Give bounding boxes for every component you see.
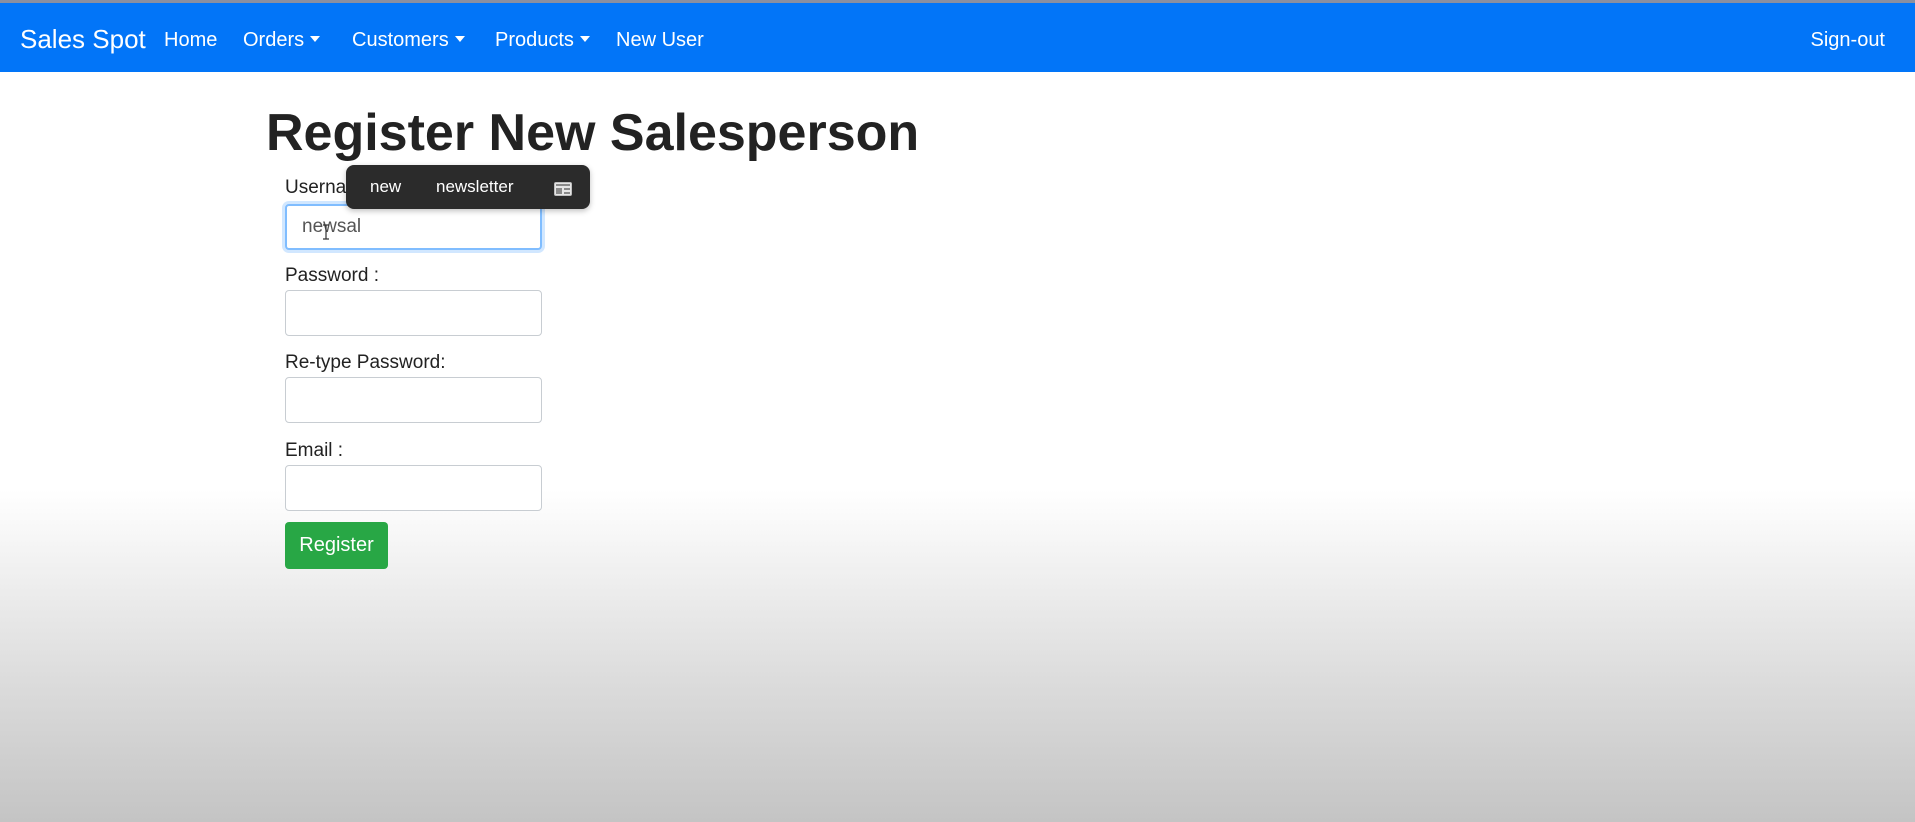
retype-password-label: Re-type Password: [285, 352, 446, 373]
suggestion-item[interactable]: newsletter [436, 177, 513, 197]
email-input[interactable] [285, 465, 542, 511]
nav-products-label: Products [495, 29, 574, 51]
password-label: Password : [285, 265, 379, 286]
retype-password-input[interactable] [285, 377, 542, 423]
register-button[interactable]: Register [285, 522, 388, 569]
top-navbar: Sales Spot Home Orders Customers Product… [0, 3, 1915, 72]
autocomplete-popup: new newsletter [346, 165, 590, 209]
username-label: Userna [285, 177, 347, 198]
chevron-down-icon [454, 36, 465, 42]
brand-link[interactable]: Sales Spot [20, 23, 146, 55]
nav-orders-label: Orders [243, 29, 305, 51]
email-label: Email : [285, 440, 344, 461]
signout-link[interactable]: Sign-out [1811, 27, 1886, 53]
keyboard-icon[interactable] [554, 182, 572, 196]
password-input[interactable] [285, 290, 542, 336]
nav-new-user[interactable]: New User [616, 27, 704, 53]
suggestion-item[interactable]: new [370, 177, 401, 197]
nav-home-label: Home [164, 29, 218, 51]
chevron-down-icon [579, 36, 590, 42]
page-title: Register New Salesperson [266, 104, 920, 162]
nav-home[interactable]: Home [164, 27, 217, 53]
nav-customers-label: Customers [352, 29, 449, 51]
chevron-down-icon [310, 36, 321, 42]
nav-customers-dropdown[interactable]: Customers [352, 27, 465, 53]
nav-products-dropdown[interactable]: Products [495, 27, 590, 53]
text-cursor-icon [323, 224, 329, 240]
nav-orders-dropdown[interactable]: Orders [243, 27, 321, 53]
nav-new-user-label: New User [616, 29, 704, 51]
